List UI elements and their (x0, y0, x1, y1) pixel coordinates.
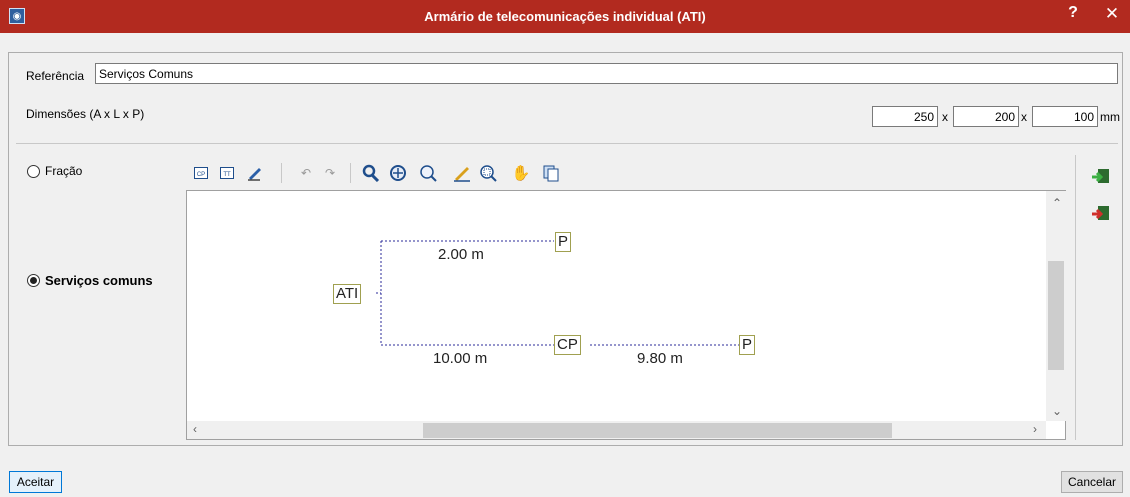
undo-icon[interactable]: ↶ (298, 163, 314, 183)
ati-node[interactable]: ATI (333, 284, 362, 304)
dimension-a-input[interactable] (872, 106, 938, 127)
cp-icon[interactable]: CP (193, 163, 209, 183)
draw-icon[interactable] (451, 163, 473, 183)
scroll-up-icon[interactable]: ⌃ (1052, 196, 1062, 210)
distance-label: 2.00 m (436, 246, 486, 263)
zoom-icon[interactable] (418, 163, 440, 183)
fracao-label[interactable]: Fração (45, 164, 82, 178)
pick-icon[interactable] (360, 163, 382, 183)
toolbar-separator (350, 163, 351, 183)
p-node[interactable]: P (555, 232, 572, 252)
cp-icon-label: CP (197, 172, 205, 178)
export-icon[interactable] (1090, 204, 1112, 224)
separator (16, 143, 1118, 144)
distance-label: 9.80 m (635, 350, 685, 367)
fracao-radio[interactable] (27, 165, 40, 178)
help-button[interactable]: ? (1063, 4, 1083, 28)
accept-button[interactable]: Aceitar (9, 471, 62, 493)
import-icon[interactable] (1090, 167, 1112, 187)
title-bar: ◉ Armário de telecomunicações individual… (0, 0, 1130, 33)
vertical-scroll-thumb[interactable] (1048, 261, 1064, 370)
servicos-comuns-label[interactable]: Serviços comuns (45, 273, 153, 288)
dimension-unit: mm (1100, 110, 1120, 124)
dimension-l-input[interactable] (953, 106, 1019, 127)
toolbar-separator (281, 163, 282, 183)
p-node[interactable]: P (739, 335, 756, 355)
dimension-p-input[interactable] (1032, 106, 1098, 127)
redo-icon[interactable]: ↷ (322, 163, 338, 183)
servicos-comuns-radio[interactable] (27, 274, 40, 287)
cp-node[interactable]: CP (554, 335, 581, 355)
dimension-separator: x (942, 110, 948, 124)
scroll-left-icon[interactable]: ‹ (193, 422, 197, 436)
reference-label: Referência (26, 69, 85, 83)
scroll-down-icon[interactable]: ⌄ (1052, 404, 1062, 418)
horizontal-scroll-thumb[interactable] (423, 423, 892, 438)
tt-icon-label: TT (223, 172, 231, 178)
tt-icon[interactable]: TT (219, 163, 235, 183)
pan-icon[interactable]: ✋ (510, 163, 532, 183)
edit-icon[interactable] (244, 163, 264, 183)
scroll-right-icon[interactable]: › (1033, 422, 1037, 436)
zoom-all-icon[interactable] (388, 163, 410, 183)
distance-label: 10.00 m (431, 350, 490, 367)
dimension-separator: x (1021, 110, 1027, 124)
dimensions-label: Dimensões (A x L x P) (26, 107, 145, 121)
diagram-lines (376, 240, 739, 346)
vertical-separator (1075, 155, 1076, 440)
copy-icon[interactable] (540, 163, 562, 183)
cancel-button[interactable]: Cancelar (1061, 471, 1123, 493)
close-button[interactable]: ✕ (1100, 4, 1124, 28)
zoom-window-icon[interactable] (478, 163, 500, 183)
reference-input[interactable] (95, 63, 1118, 84)
window-title: Armário de telecomunicações individual (… (424, 9, 706, 24)
